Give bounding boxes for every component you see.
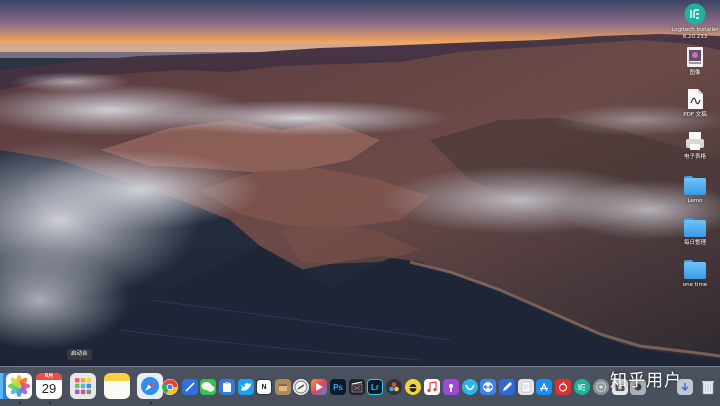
watermark: 知乎用户 <box>610 371 682 391</box>
notion-icon[interactable]: N <box>256 379 272 395</box>
final-cut-icon[interactable] <box>349 379 365 395</box>
pdf-document-icon <box>684 88 706 110</box>
davinci-icon[interactable] <box>386 379 402 395</box>
desktop-item-daily[interactable]: 每日整理 <box>665 216 720 247</box>
desktop-wallpaper <box>0 0 720 405</box>
logitech-icon[interactable] <box>574 379 590 395</box>
desktop-item-label: 每日整理 <box>683 240 706 246</box>
desktop-item-label: 图像 <box>689 70 701 76</box>
notebook-icon[interactable] <box>518 379 534 395</box>
trash-icon[interactable] <box>700 379 716 395</box>
tot-icon[interactable] <box>275 379 291 395</box>
qq-browser-icon[interactable] <box>462 379 478 395</box>
bee-icon[interactable] <box>405 379 421 395</box>
app-store-icon[interactable] <box>536 379 552 395</box>
running-indicator <box>150 402 152 404</box>
lightroom-icon[interactable]: Lr <box>367 379 383 395</box>
desktop-item-spreadsheet[interactable]: 电子表格 <box>665 130 720 161</box>
photos-icon[interactable] <box>6 373 32 399</box>
calendar-icon[interactable]: 6月 29 <box>36 373 62 399</box>
pencil-icon[interactable] <box>499 379 515 395</box>
desktop-item-label: PDF 文稿 <box>683 112 707 118</box>
logitech-installer-icon <box>684 3 706 25</box>
netease-music-icon[interactable] <box>555 379 571 395</box>
notes-icon[interactable] <box>104 373 130 399</box>
wechat-icon[interactable] <box>200 379 216 395</box>
folder-icon <box>684 174 706 196</box>
folder-icon <box>684 258 706 280</box>
desktop-item-label: Lemo <box>687 198 703 204</box>
desktop-item-image[interactable]: 图像 <box>665 46 720 77</box>
teamviewer-icon[interactable] <box>480 379 496 395</box>
photoshop-icon[interactable]: Ps <box>330 379 346 395</box>
desktop-item-logitech-installer[interactable]: Logitech Installer 8.20.233 <box>665 3 720 40</box>
desktop-item-label: one time <box>682 282 708 288</box>
desktop-item-one-time[interactable]: one time <box>665 258 720 289</box>
desktop-item-pdf[interactable]: PDF 文稿 <box>665 88 720 119</box>
music-icon[interactable] <box>424 379 440 395</box>
image-file-icon <box>684 46 706 68</box>
desktop-item-label: Logitech Installer 8.20.233 <box>671 27 719 40</box>
settings-icon[interactable] <box>593 379 609 395</box>
launchpad-icon[interactable] <box>70 373 96 399</box>
running-indicator <box>49 402 51 404</box>
feather-icon[interactable] <box>182 379 198 395</box>
chrome-icon[interactable] <box>162 379 178 395</box>
twitter-icon[interactable] <box>238 379 254 395</box>
paste-icon[interactable] <box>219 379 235 395</box>
infuse-icon[interactable] <box>311 379 327 395</box>
keka-icon[interactable] <box>293 379 309 395</box>
desktop-item-lemo[interactable]: Lemo <box>665 174 720 205</box>
podcasts-icon[interactable] <box>443 379 459 395</box>
folder-icon <box>684 216 706 238</box>
dock-tooltip: 启动台 <box>67 349 92 360</box>
running-indicator <box>19 402 21 404</box>
desktop-item-label: 电子表格 <box>683 154 706 160</box>
calendar-day: 29 <box>41 381 57 396</box>
spreadsheet-printer-icon <box>684 130 706 152</box>
calendar-month: 6月 <box>36 373 62 380</box>
safari-icon[interactable] <box>137 373 163 399</box>
